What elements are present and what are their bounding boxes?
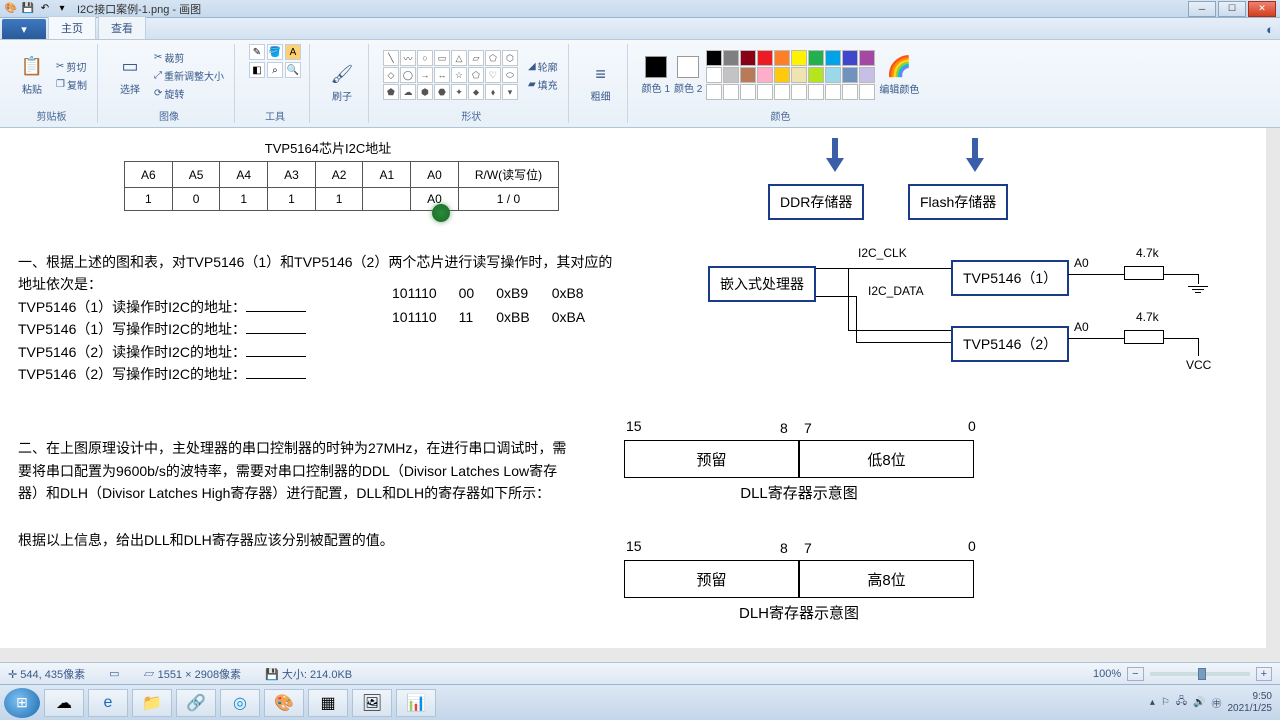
window-title: I2C接口案例-1.png - 画图 xyxy=(77,1,201,17)
paste-button[interactable]: 📋粘贴 xyxy=(14,53,50,98)
dim-icon: ▱ xyxy=(144,669,155,681)
rotate-button[interactable]: ⟳ 旋转 xyxy=(152,85,226,102)
tray-flag-icon: ⚐ xyxy=(1161,697,1170,708)
task-chart[interactable]: 📊 xyxy=(396,689,436,717)
size-icon: 💾 xyxy=(265,669,279,681)
tab-view[interactable]: 查看 xyxy=(98,16,146,39)
group-clipboard: 📋粘贴 ✂ 剪切 ❐ 复制 剪贴板 xyxy=(6,44,98,123)
shape-outline[interactable]: ◢ 轮廓 xyxy=(526,58,560,75)
color2-button[interactable]: 颜色 2 xyxy=(674,56,702,95)
dll-register: 15 8 7 0 预留 低8位 DLL寄存器示意图 xyxy=(618,418,998,518)
save-icon[interactable]: 💾 xyxy=(21,2,35,16)
cursor-position: 544, 435像素 xyxy=(20,669,85,681)
block-diagram: DDR存储器 Flash存储器 嵌入式处理器 TVP5146（1） TVP514… xyxy=(708,138,1248,398)
task-photos[interactable]: 🖼 xyxy=(352,689,392,717)
question-2: 二、在上图原理设计中，主处理器的串口控制器的时钟为27MHz，在进行串口调试时，… xyxy=(18,437,578,551)
task-explorer[interactable]: 📁 xyxy=(132,689,172,717)
maximize-button[interactable]: ☐ xyxy=(1218,1,1246,17)
zoom-in[interactable]: + xyxy=(1256,667,1272,681)
cursor-highlight xyxy=(432,204,450,222)
menu-bar: ▾ 主页 查看 ◐ xyxy=(0,18,1280,40)
calc-table: 101110000xB90xB8101110110xBB0xBA xyxy=(380,280,597,331)
brush-button[interactable]: 🖌刷子 xyxy=(324,60,360,105)
eraser-tool[interactable]: ◧ xyxy=(249,62,265,78)
address-table: A6A5A4A3A2A1A0R/W(读写位) 10111A01 / 0 xyxy=(124,161,559,211)
tray-up-icon: ▴ xyxy=(1150,697,1155,708)
color1-button[interactable]: 颜色 1 xyxy=(642,56,670,95)
tray-net-icon: 🖧 xyxy=(1176,694,1187,711)
close-button[interactable]: ✕ xyxy=(1248,1,1276,17)
tray-ime-icon: ㊥ xyxy=(1212,695,1222,710)
taskbar: ⊞ ☁ e 📁 🔗 ◎ 🎨 ▦ 🖼 📊 ▴ ⚐ 🖧 🔊 ㊥ 9:50 2021/… xyxy=(0,684,1280,720)
flash-box: Flash存储器 xyxy=(908,184,1008,220)
title-bar: 🎨 💾 ↶ ▾ I2C接口案例-1.png - 画图 ─ ☐ ✕ xyxy=(0,0,1280,18)
redo-icon[interactable]: ▾ xyxy=(55,2,69,16)
task-ie[interactable]: e xyxy=(88,689,128,717)
pos-icon: ✛ xyxy=(8,669,17,681)
tray-clock: 9:50 2021/1/25 xyxy=(1228,691,1273,715)
table-title: TVP5164芯片I2C地址 xyxy=(218,138,438,157)
fill-tool[interactable]: 🪣 xyxy=(267,44,283,60)
minimize-button[interactable]: ─ xyxy=(1188,1,1216,17)
tray-vol-icon: 🔊 xyxy=(1193,697,1205,708)
cpu-box: 嵌入式处理器 xyxy=(708,266,816,302)
color-palette[interactable] xyxy=(706,50,875,100)
group-brush: 🖌刷子 xyxy=(316,44,369,123)
file-size: 大小: 214.0KB xyxy=(282,669,352,681)
task-calc[interactable]: ▦ xyxy=(308,689,348,717)
task-app-2[interactable]: 🔗 xyxy=(176,689,216,717)
task-paint[interactable]: 🎨 xyxy=(264,689,304,717)
task-app-1[interactable]: ☁ xyxy=(44,689,84,717)
edit-colors-button[interactable]: 🌈编辑颜色 xyxy=(879,54,919,96)
shape-fill[interactable]: ▰ 填充 xyxy=(526,76,560,93)
stroke-button[interactable]: ≡粗细 xyxy=(583,60,619,105)
ddr-box: DDR存储器 xyxy=(768,184,864,220)
paint-icon: 🎨 xyxy=(4,2,18,16)
task-browser[interactable]: ◎ xyxy=(220,689,260,717)
system-tray[interactable]: ▴ ⚐ 🖧 🔊 ㊥ 9:50 2021/1/25 xyxy=(1150,691,1276,715)
group-image: ▭选择 ✂ 裁剪 ⤢ 重新调整大小 ⟳ 旋转 图像 xyxy=(104,44,235,123)
sel-icon: ▭ xyxy=(109,668,119,680)
zoom-out[interactable]: − xyxy=(1127,667,1143,681)
cut-button[interactable]: ✂ 剪切 xyxy=(54,58,89,75)
zoom-slider[interactable] xyxy=(1150,672,1250,676)
dlh-register: 15 8 7 0 预留 高8位 DLH寄存器示意图 xyxy=(618,538,998,638)
status-bar: ✛ 544, 435像素 ▭ ▱ 1551 × 2908像素 💾 大小: 214… xyxy=(0,662,1280,684)
tvp1-box: TVP5146（1） xyxy=(951,260,1069,296)
tvp2-box: TVP5146（2） xyxy=(951,326,1069,362)
pencil-tool[interactable]: ✎ xyxy=(249,44,265,60)
help-icon[interactable]: ◐ xyxy=(1260,20,1280,39)
text-tool[interactable]: A xyxy=(285,44,301,60)
tab-home[interactable]: 主页 xyxy=(48,16,96,39)
crop-button[interactable]: ✂ 裁剪 xyxy=(152,49,226,66)
select-button[interactable]: ▭选择 xyxy=(112,53,148,98)
canvas-size: 1551 × 2908像素 xyxy=(158,669,241,681)
group-tools: ✎ 🪣 A ◧ ⌕ 🔍 工具 xyxy=(241,44,310,123)
undo-icon[interactable]: ↶ xyxy=(38,2,52,16)
zoom-value: 100% xyxy=(1093,668,1121,680)
canvas-area[interactable]: TVP5164芯片I2C地址 A6A5A4A3A2A1A0R/W(读写位) 10… xyxy=(0,128,1280,662)
group-colors: 颜色 1 颜色 2 🌈编辑颜色 颜色 xyxy=(634,44,928,123)
picker-tool[interactable]: ⌕ xyxy=(267,62,283,78)
file-menu[interactable]: ▾ xyxy=(2,19,46,39)
copy-button[interactable]: ❐ 复制 xyxy=(54,76,89,93)
group-stroke: ≡粗细 xyxy=(575,44,628,123)
zoom-tool[interactable]: 🔍 xyxy=(285,62,301,78)
start-button[interactable]: ⊞ xyxy=(4,688,40,718)
group-shapes: ╲〰○▭△▱⬠⬡ ◇◯→↔☆⬠♡⬭ ⬟☁⬢⬣✦⬥⬧▾ ◢ 轮廓 ▰ 填充 形状 xyxy=(375,44,569,123)
ribbon: 📋粘贴 ✂ 剪切 ❐ 复制 剪贴板 ▭选择 ✂ 裁剪 ⤢ 重新调整大小 ⟳ 旋转… xyxy=(0,40,1280,128)
resize-button[interactable]: ⤢ 重新调整大小 xyxy=(152,67,226,84)
shape-gallery[interactable]: ╲〰○▭△▱⬠⬡ ◇◯→↔☆⬠♡⬭ ⬟☁⬢⬣✦⬥⬧▾ xyxy=(383,50,518,100)
